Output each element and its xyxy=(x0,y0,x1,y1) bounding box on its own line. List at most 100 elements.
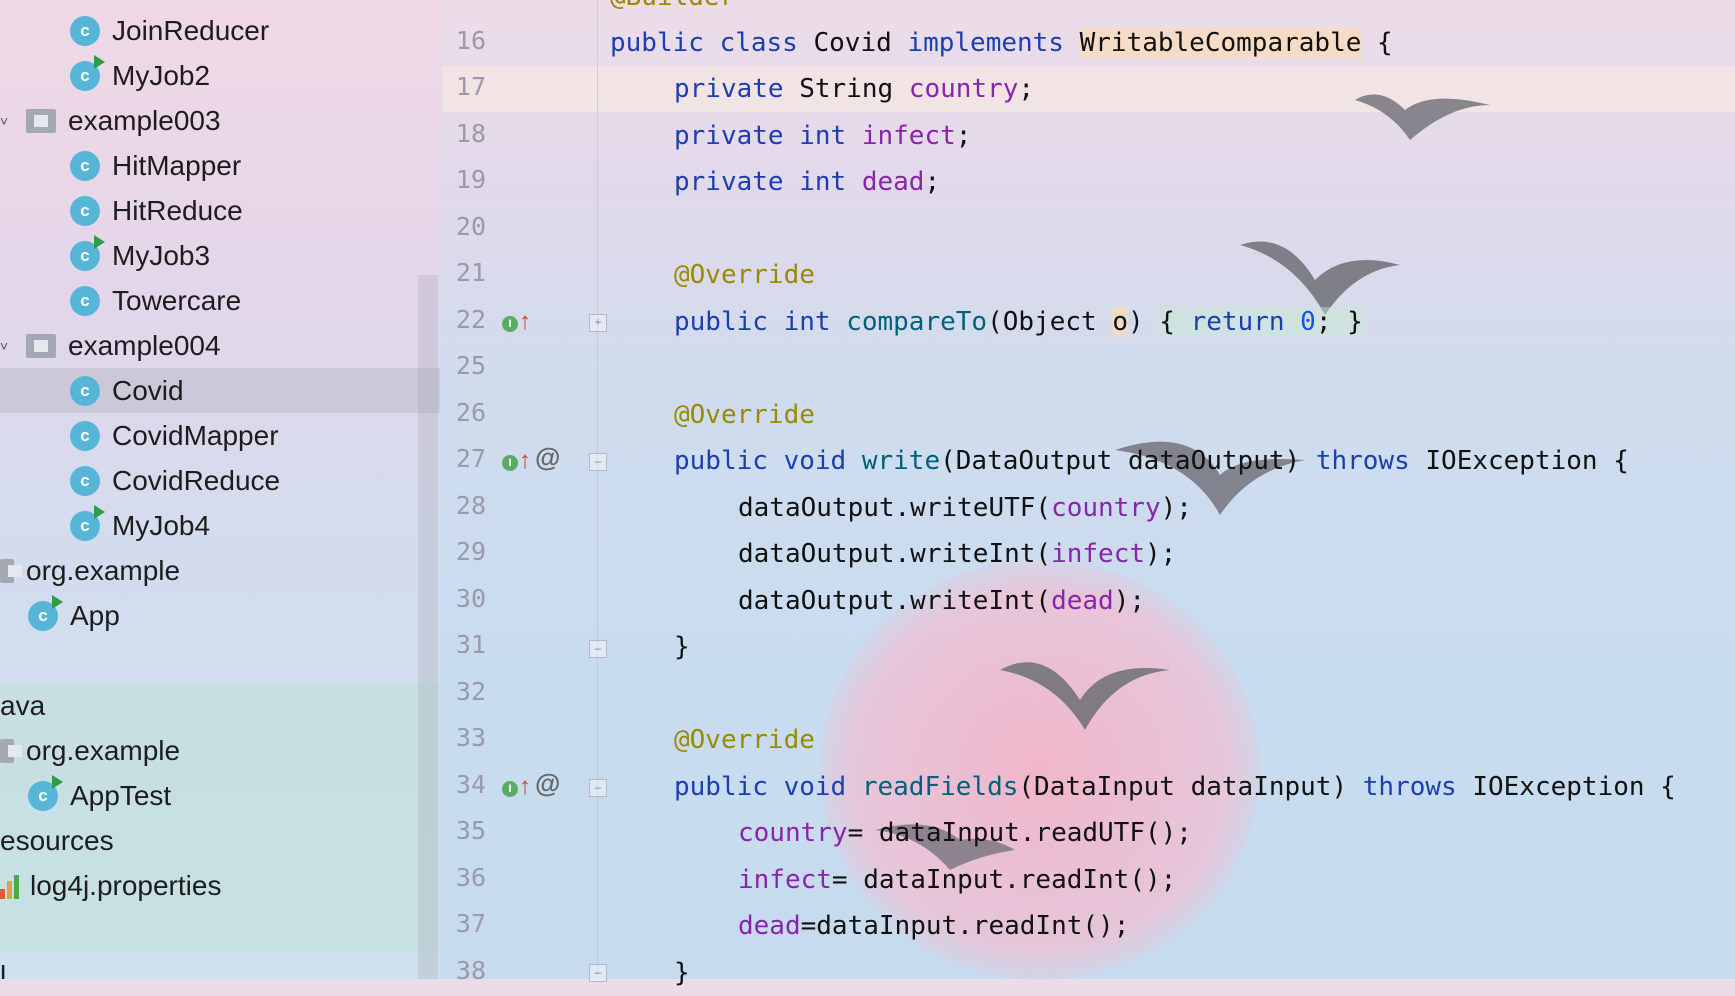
class-icon: c xyxy=(70,465,100,496)
line-number: 21 xyxy=(455,258,486,287)
line-number: 18 xyxy=(455,119,486,148)
line-number: 29 xyxy=(455,537,486,566)
fold-end-icon[interactable]: – xyxy=(589,964,607,982)
code-line: } xyxy=(674,958,690,988)
implementing-method-icon[interactable] xyxy=(502,306,531,334)
line-number: 32 xyxy=(455,677,486,706)
code-line: } xyxy=(674,632,690,662)
tree-item[interactable]: ava xyxy=(0,683,440,728)
tree-item[interactable]: l xyxy=(0,953,440,980)
line-number: 36 xyxy=(455,863,486,892)
code-line: dead=dataInput.readInt(); xyxy=(738,911,1130,941)
tree-item[interactable]: c MyJob2 xyxy=(0,53,440,98)
tree-item[interactable]: c HitReduce xyxy=(0,188,440,233)
tree-item[interactable]: ˅ example003 xyxy=(0,98,440,143)
tree-item-label: org.example xyxy=(26,734,181,766)
tree-item-label: l xyxy=(0,959,7,980)
tree-item-selected[interactable]: c Covid xyxy=(0,368,440,413)
fold-end-icon[interactable]: – xyxy=(589,640,607,658)
code-line: private String country; xyxy=(674,74,1035,104)
package-folder-icon xyxy=(26,333,56,358)
bird-decoration-icon xyxy=(1000,662,1170,730)
tree-item[interactable]: c Towercare xyxy=(0,278,440,323)
tree-item[interactable]: c HitMapper xyxy=(0,143,440,188)
bird-decoration-icon xyxy=(1355,94,1490,140)
tree-item-label: log4j.properties xyxy=(30,869,222,901)
chevron-down-icon[interactable]: ˅ xyxy=(0,338,14,354)
tree-item-label: MyJob2 xyxy=(112,59,211,91)
line-number: 35 xyxy=(455,816,486,845)
tree-item-label: example003 xyxy=(68,104,221,136)
code-line: private int infect; xyxy=(674,121,972,151)
at-sign-icon[interactable]: @ xyxy=(535,768,560,799)
runnable-class-icon: c xyxy=(70,54,105,91)
code-line: dataOutput.writeInt(dead); xyxy=(738,586,1146,616)
implementing-method-icon[interactable] xyxy=(502,445,531,473)
tree-item[interactable]: c CovidReduce xyxy=(0,458,440,503)
code-line: dataOutput.writeUTF(country); xyxy=(738,493,1192,523)
line-number: 34 xyxy=(455,770,486,799)
line-number: 37 xyxy=(455,909,486,938)
tree-item-label: ava xyxy=(0,689,46,721)
fold-collapse-icon[interactable]: – xyxy=(589,779,607,797)
tree-item-label: Covid xyxy=(112,374,184,406)
line-number: 25 xyxy=(455,351,486,380)
line-number: 33 xyxy=(455,723,486,752)
tree-item[interactable]: c App xyxy=(0,593,440,638)
tree-item-label: MyJob3 xyxy=(112,239,211,271)
class-icon: c xyxy=(70,375,100,406)
tree-item-label: HitMapper xyxy=(112,149,242,181)
line-number: 16 xyxy=(455,26,486,55)
line-number: 19 xyxy=(455,165,486,194)
implementing-method-icon[interactable] xyxy=(502,771,531,799)
tree-item[interactable]: org.example xyxy=(0,548,440,593)
chevron-down-icon[interactable]: ˅ xyxy=(0,113,14,129)
tree-item[interactable]: esources xyxy=(0,818,440,863)
tree-item-label: App xyxy=(70,599,120,631)
tree-item-label: JoinReducer xyxy=(112,14,270,46)
line-number: 22 xyxy=(455,305,486,334)
runnable-class-icon: c xyxy=(70,234,105,271)
line-number: 31 xyxy=(455,630,486,659)
fold-expand-icon[interactable]: + xyxy=(589,314,607,332)
class-icon: c xyxy=(70,150,100,181)
code-line: @Override xyxy=(674,725,815,755)
tree-item[interactable]: c MyJob3 xyxy=(0,233,440,278)
at-sign-icon[interactable]: @ xyxy=(535,442,560,473)
class-icon: c xyxy=(70,195,100,226)
properties-file-icon xyxy=(0,873,22,899)
tree-item[interactable]: log4j.properties xyxy=(0,863,440,908)
package-folder-icon xyxy=(0,738,22,763)
tree-item[interactable]: c AppTest xyxy=(0,773,440,818)
tree-item[interactable]: c CovidMapper xyxy=(0,413,440,458)
class-icon: c xyxy=(70,15,100,46)
code-line: public void readFields(DataInput dataInp… xyxy=(674,772,1676,802)
runnable-class-icon: c xyxy=(28,594,63,631)
tree-item[interactable]: c JoinReducer xyxy=(0,8,440,53)
code-line: @Builder xyxy=(610,0,735,20)
fold-collapse-icon[interactable]: – xyxy=(589,453,607,471)
tree-item-label: AppTest xyxy=(70,779,172,811)
package-folder-icon xyxy=(0,558,22,583)
code-line: dataOutput.writeInt(infect); xyxy=(738,539,1177,569)
code-line: @Override xyxy=(674,260,815,290)
line-number: 20 xyxy=(455,212,486,241)
tree-item[interactable]: ˅ example004 xyxy=(0,323,440,368)
line-number: 27 xyxy=(455,444,486,473)
tree-item[interactable]: org.example xyxy=(0,728,440,773)
tree-item-label: HitReduce xyxy=(112,194,243,226)
code-line: public class Covid implements WritableCo… xyxy=(610,28,1393,58)
runnable-class-icon: c xyxy=(70,504,105,541)
line-number: 28 xyxy=(455,491,486,520)
project-tree: c JoinReducer c MyJob2 ˅ example003 c Hi… xyxy=(0,0,440,979)
tree-item-label: CovidMapper xyxy=(112,419,279,451)
code-line: @Override xyxy=(674,400,815,430)
code-line: country= dataInput.readUTF(); xyxy=(738,818,1192,848)
tree-item[interactable]: c MyJob4 xyxy=(0,503,440,548)
line-number: 38 xyxy=(455,956,486,985)
gutter-separator xyxy=(597,0,598,979)
code-line: public void write(DataOutput dataOutput)… xyxy=(674,446,1629,476)
code-line: private int dead; xyxy=(674,167,941,197)
tree-item-label: MyJob4 xyxy=(112,509,211,541)
class-icon: c xyxy=(70,420,100,451)
